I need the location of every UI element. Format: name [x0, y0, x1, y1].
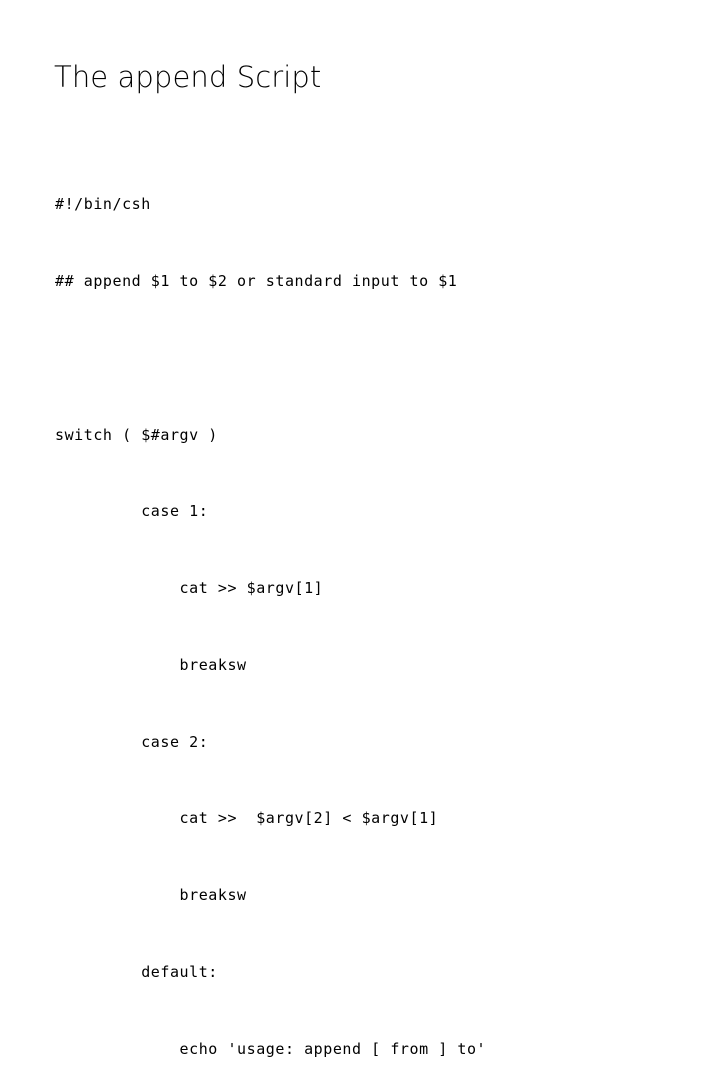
code-line: breaksw — [55, 886, 247, 905]
code-line: #!/bin/csh — [55, 195, 151, 214]
code-line: case 2: — [55, 732, 209, 751]
code-line: cat >> $argv[2] < $argv[1] — [55, 809, 439, 828]
code-line: echo 'usage: append [ from ] to' — [55, 1039, 487, 1058]
code-line: case 1: — [55, 502, 209, 521]
page-title: The append Script — [54, 60, 322, 94]
slide: The append Script #!/bin/csh ## append $… — [0, 0, 720, 1058]
code-block: #!/bin/csh ## append $1 to $2 or standar… — [55, 141, 675, 1080]
code-line: switch ( $#argv ) — [55, 425, 218, 444]
code-line: ## append $1 to $2 or standard input to … — [55, 271, 458, 290]
code-line: breaksw — [55, 655, 247, 674]
code-line: cat >> $argv[1] — [55, 579, 324, 598]
code-line: default: — [55, 963, 218, 981]
